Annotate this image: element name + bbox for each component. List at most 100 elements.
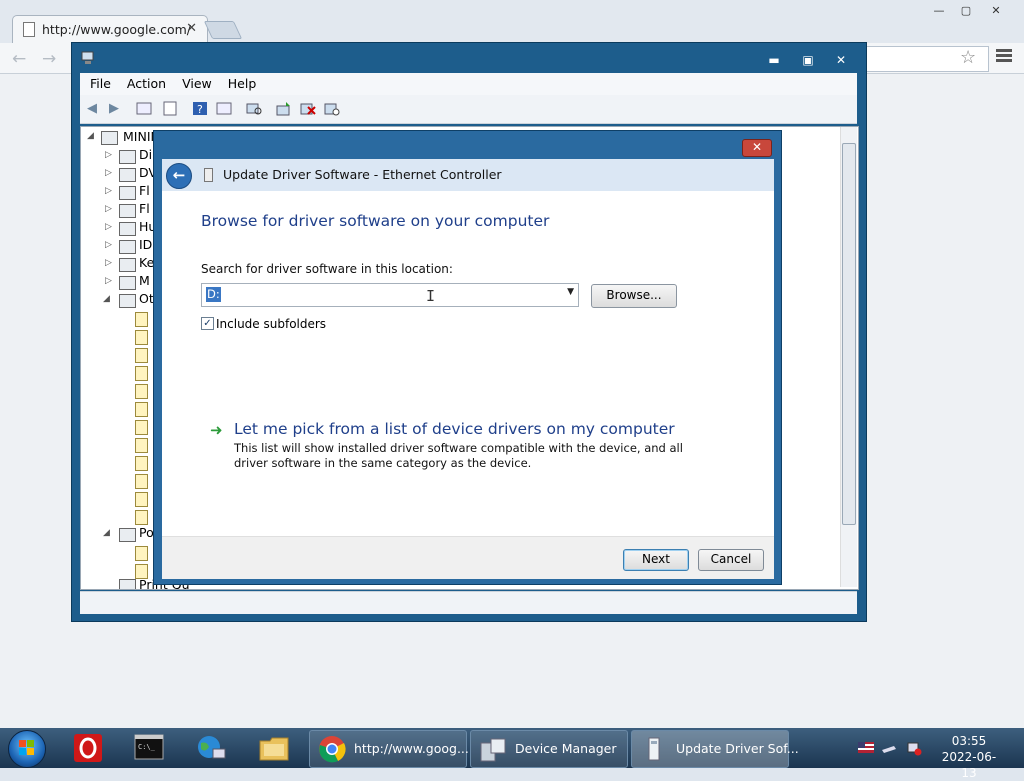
device-manager-toolbar: ◀ ▶ ?: [80, 95, 857, 124]
status-bar: [80, 591, 857, 614]
tree-item[interactable]: Ke: [139, 254, 154, 272]
taskbar-button-label: http://www.goog...: [354, 741, 469, 756]
warning-device-icon[interactable]: [135, 384, 148, 399]
browser-close-button[interactable]: ✕: [984, 3, 1008, 19]
bookmark-star-icon[interactable]: ☆: [960, 47, 976, 68]
device-manager-titlebar[interactable]: [72, 43, 866, 73]
expand-icon[interactable]: ▷: [105, 150, 112, 160]
expand-icon[interactable]: ▷: [105, 204, 112, 214]
warning-device-icon[interactable]: [135, 330, 148, 345]
network-globe-icon[interactable]: [195, 733, 227, 763]
properties-icon[interactable]: [162, 101, 178, 116]
warning-device-icon[interactable]: [135, 438, 148, 453]
text-cursor-icon: I: [426, 287, 436, 305]
browser-minimize-button[interactable]: —: [927, 3, 951, 19]
warning-device-icon[interactable]: [135, 366, 148, 381]
menu-action[interactable]: Action: [117, 73, 172, 91]
device-manager-icon: [80, 50, 96, 66]
warning-device-icon[interactable]: [135, 312, 148, 327]
tree-item[interactable]: Ot: [139, 290, 154, 308]
update-driver-icon[interactable]: [276, 101, 292, 116]
opera-icon[interactable]: [72, 733, 104, 763]
device-category-icon: [119, 204, 136, 218]
taskbar-device-manager-button[interactable]: Device Manager: [470, 730, 628, 768]
expand-icon[interactable]: ▷: [105, 258, 112, 268]
browser-tab[interactable]: http://www.google.com/ ✕: [12, 15, 208, 44]
page-heading: Browse for driver software on your compu…: [201, 212, 550, 230]
back-icon[interactable]: ◀: [84, 101, 100, 116]
expand-icon[interactable]: ◢: [87, 131, 94, 141]
collapse-icon[interactable]: ◢: [103, 294, 110, 304]
device-category-icon: [119, 222, 136, 236]
explorer-folder-icon[interactable]: [258, 733, 290, 763]
tree-scrollbar-thumb[interactable]: [842, 143, 856, 525]
chrome-menu-icon[interactable]: [996, 49, 1012, 64]
browser-maximize-button[interactable]: ▢: [954, 3, 978, 19]
warning-device-icon[interactable]: [135, 456, 148, 471]
expand-icon[interactable]: ▷: [105, 222, 112, 232]
location-combobox[interactable]: D: ▼: [201, 283, 579, 307]
expand-icon[interactable]: ▷: [105, 168, 112, 178]
tree-item[interactable]: Fl: [139, 182, 150, 200]
warning-device-icon[interactable]: [135, 474, 148, 489]
cancel-button[interactable]: Cancel: [698, 549, 764, 571]
tree-item[interactable]: Fl: [139, 200, 150, 218]
browse-button[interactable]: Browse...: [591, 284, 677, 308]
warning-device-icon[interactable]: [135, 546, 148, 561]
svg-text:?: ?: [197, 103, 203, 116]
expand-icon[interactable]: ▷: [105, 240, 112, 250]
clock[interactable]: 03:55 2022-06-13: [938, 733, 1000, 781]
us-flag-icon: [858, 742, 874, 753]
warning-device-icon[interactable]: [135, 420, 148, 435]
help-icon[interactable]: ?: [192, 101, 208, 116]
tree-item[interactable]: M: [139, 272, 150, 290]
dm-close-button[interactable]: ✕: [827, 51, 855, 69]
scan-hardware-icon[interactable]: [246, 101, 262, 116]
device-category-icon: [119, 186, 136, 200]
warning-device-icon[interactable]: [135, 402, 148, 417]
tree-item[interactable]: Po: [139, 524, 154, 542]
forward-icon[interactable]: ▶: [106, 101, 122, 116]
taskbar-button-label: Device Manager: [515, 741, 617, 756]
warning-device-icon[interactable]: [135, 348, 148, 363]
tree-item[interactable]: ID: [139, 236, 152, 254]
usb-drive-icon: [882, 746, 896, 753]
uninstall-icon[interactable]: [300, 101, 316, 116]
location-value[interactable]: D:: [206, 287, 221, 302]
update-driver-icon: [640, 735, 668, 763]
tab-close-icon[interactable]: ✕: [186, 21, 197, 36]
warning-device-icon[interactable]: [135, 510, 148, 525]
enable-device-icon[interactable]: [324, 101, 340, 116]
menu-file[interactable]: File: [80, 73, 117, 91]
dropdown-arrow-icon[interactable]: ▼: [567, 287, 574, 297]
taskbar-update-driver-button[interactable]: Update Driver Sof...: [631, 730, 799, 768]
svg-text:C:\_: C:\_: [138, 743, 156, 751]
tree-item[interactable]: Di: [139, 146, 152, 164]
expand-icon[interactable]: ▷: [105, 186, 112, 196]
device-category-icon: [119, 168, 136, 182]
start-button[interactable]: [8, 730, 46, 768]
include-subfolders-checkbox[interactable]: ✓: [201, 317, 214, 330]
forward-arrow-icon[interactable]: →: [42, 49, 56, 69]
taskbar-chrome-button[interactable]: http://www.goog...: [309, 730, 469, 768]
next-button[interactable]: Next: [623, 549, 689, 571]
page-icon: [23, 22, 35, 37]
back-arrow-icon[interactable]: ←: [12, 49, 26, 69]
expand-icon[interactable]: ▷: [105, 276, 112, 286]
include-subfolders-label[interactable]: Include subfolders: [216, 317, 326, 331]
menu-view[interactable]: View: [172, 73, 218, 91]
dialog-title: Update Driver Software - Ethernet Contro…: [223, 167, 502, 182]
back-button[interactable]: ←: [166, 163, 192, 189]
show-hidden-icon[interactable]: [216, 101, 232, 116]
warning-device-icon[interactable]: [135, 492, 148, 507]
command-prompt-icon[interactable]: C:\_: [133, 733, 165, 763]
green-arrow-icon[interactable]: ➜: [210, 421, 223, 439]
collapse-icon[interactable]: ◢: [103, 528, 110, 538]
dm-minimize-button[interactable]: ▬: [760, 51, 788, 69]
dm-maximize-button[interactable]: ▣: [794, 51, 822, 69]
device-category-icon: [119, 528, 136, 542]
pick-from-list-link[interactable]: Let me pick from a list of device driver…: [234, 420, 675, 438]
up-level-icon[interactable]: [136, 101, 152, 116]
menu-help[interactable]: Help: [218, 73, 263, 91]
dialog-close-button[interactable]: ✕: [742, 139, 772, 157]
